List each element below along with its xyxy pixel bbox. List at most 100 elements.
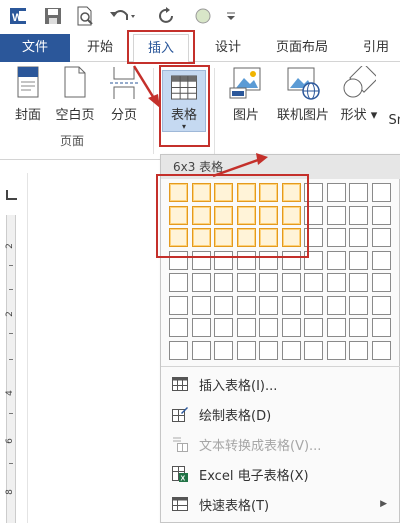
table-grid-cell[interactable] — [236, 318, 256, 337]
table-grid-cell[interactable] — [371, 295, 391, 315]
table-grid-cell[interactable] — [349, 295, 368, 315]
table-grid-cell[interactable] — [349, 340, 368, 360]
table-grid-cell[interactable] — [326, 205, 346, 225]
page-break-button[interactable]: 分页 — [104, 66, 144, 123]
table-grid-cell[interactable] — [259, 295, 278, 315]
table-grid-cell[interactable] — [169, 340, 188, 360]
table-grid-cell[interactable] — [214, 250, 233, 270]
table-grid-cell[interactable] — [214, 295, 233, 315]
smartart-button[interactable]: Sm — [384, 109, 400, 128]
tab-references[interactable]: 引用 — [352, 34, 400, 62]
table-grid-cell[interactable] — [304, 228, 323, 247]
table-grid-cell[interactable] — [281, 318, 301, 337]
tab-file[interactable]: 文件 — [0, 34, 70, 62]
table-grid-cell[interactable] — [259, 228, 278, 247]
table-grid-cell[interactable] — [281, 295, 301, 315]
table-grid-cell[interactable] — [191, 318, 211, 337]
table-grid-cell[interactable] — [281, 183, 301, 202]
table-grid-cell[interactable] — [214, 205, 233, 225]
table-grid-cell[interactable] — [304, 295, 323, 315]
table-grid-cell[interactable] — [169, 273, 188, 292]
customize-icon[interactable] — [224, 5, 238, 27]
excel-spreadsheet-item[interactable]: X Excel 电子表格(X) — [161, 461, 399, 487]
insert-table-item[interactable]: 插入表格(I)... — [161, 371, 399, 397]
table-grid-cell[interactable] — [191, 183, 211, 202]
table-grid-cell[interactable] — [371, 205, 391, 225]
table-grid-cell[interactable] — [169, 228, 188, 247]
table-grid-cell[interactable] — [371, 250, 391, 270]
table-grid-cell[interactable] — [326, 340, 346, 360]
table-grid-cell[interactable] — [326, 273, 346, 292]
table-grid-cell[interactable] — [371, 340, 391, 360]
save-icon[interactable] — [42, 5, 64, 27]
table-grid-cell[interactable] — [281, 250, 301, 270]
table-grid-cell[interactable] — [371, 183, 391, 202]
table-grid-cell[interactable] — [304, 183, 323, 202]
table-grid-cell[interactable] — [304, 205, 323, 225]
table-grid-cell[interactable] — [349, 250, 368, 270]
table-grid-cell[interactable] — [281, 273, 301, 292]
undo-icon[interactable] — [108, 5, 138, 27]
tab-page-layout[interactable]: 页面布局 — [262, 34, 342, 62]
table-grid-cell[interactable] — [281, 228, 301, 247]
circle-icon[interactable] — [192, 5, 214, 27]
table-grid-cell[interactable] — [191, 205, 211, 225]
table-grid-cell[interactable] — [169, 183, 188, 202]
table-grid-cell[interactable] — [304, 318, 323, 337]
table-grid-cell[interactable] — [326, 250, 346, 270]
table-grid-cell[interactable] — [349, 183, 368, 202]
table-grid-cell[interactable] — [281, 205, 301, 225]
blank-page-button[interactable]: 空白页 — [52, 66, 98, 123]
table-grid-cell[interactable] — [236, 205, 256, 225]
table-grid-cell[interactable] — [214, 273, 233, 292]
table-grid-cell[interactable] — [326, 228, 346, 247]
table-grid-cell[interactable] — [326, 295, 346, 315]
table-grid-cell[interactable] — [214, 228, 233, 247]
table-grid-cell[interactable] — [349, 273, 368, 292]
table-grid-cell[interactable] — [169, 295, 188, 315]
table-grid-cell[interactable] — [169, 318, 188, 337]
table-grid-cell[interactable] — [191, 295, 211, 315]
shapes-button[interactable]: 形状 ▾ — [338, 66, 380, 123]
quick-tables-item[interactable]: 快速表格(T) ▶ — [161, 491, 399, 517]
online-picture-button[interactable]: 联机图片 — [272, 66, 334, 123]
table-grid-cell[interactable] — [304, 273, 323, 292]
table-grid-cell[interactable] — [191, 273, 211, 292]
tab-insert[interactable]: 插入 — [133, 34, 189, 63]
table-grid-cell[interactable] — [259, 318, 278, 337]
print-preview-icon[interactable] — [74, 5, 96, 27]
table-grid-cell[interactable] — [304, 250, 323, 270]
table-grid-cell[interactable] — [371, 228, 391, 247]
table-grid-cell[interactable] — [281, 340, 301, 360]
table-grid-cell[interactable] — [236, 340, 256, 360]
cover-button[interactable]: 封面 — [6, 66, 50, 123]
redo-icon[interactable] — [156, 5, 178, 27]
table-grid-cell[interactable] — [236, 228, 256, 247]
table-grid-cell[interactable] — [349, 228, 368, 247]
table-grid-cell[interactable] — [371, 273, 391, 292]
table-grid-cell[interactable] — [214, 340, 233, 360]
table-grid-cell[interactable] — [371, 318, 391, 337]
table-grid-cell[interactable] — [326, 183, 346, 202]
tab-design[interactable]: 设计 — [202, 34, 254, 62]
table-grid-cell[interactable] — [349, 318, 368, 337]
table-grid-cell[interactable] — [169, 205, 188, 225]
table-grid-cell[interactable] — [191, 250, 211, 270]
table-grid-cell[interactable] — [259, 273, 278, 292]
table-grid-cell[interactable] — [236, 273, 256, 292]
table-grid-cell[interactable] — [259, 340, 278, 360]
table-grid-cell[interactable] — [236, 183, 256, 202]
table-grid-cell[interactable] — [191, 228, 211, 247]
table-grid-cell[interactable] — [169, 250, 188, 270]
table-grid-cell[interactable] — [259, 183, 278, 202]
table-grid-cell[interactable] — [259, 205, 278, 225]
tab-selector-icon[interactable] — [6, 190, 17, 200]
table-grid-cell[interactable] — [191, 340, 211, 360]
table-grid-cell[interactable] — [326, 318, 346, 337]
table-grid-cell[interactable] — [349, 205, 368, 225]
table-grid-cell[interactable] — [304, 340, 323, 360]
picture-button[interactable]: 图片 — [224, 66, 268, 123]
draw-table-item[interactable]: 绘制表格(D) — [161, 401, 399, 427]
table-grid-cell[interactable] — [214, 318, 233, 337]
table-grid-cell[interactable] — [236, 295, 256, 315]
